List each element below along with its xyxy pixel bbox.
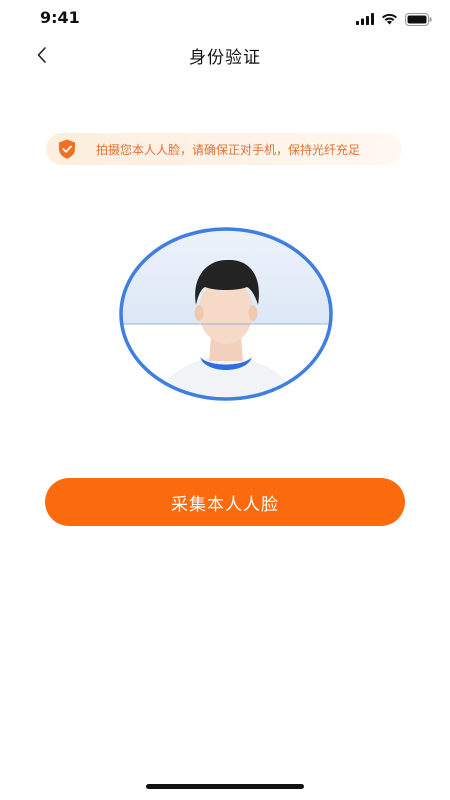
shield-check-icon xyxy=(59,139,75,159)
status-time: 9:41 xyxy=(40,8,80,27)
wifi-icon xyxy=(382,13,397,25)
capture-face-button[interactable]: 采集本人人脸 xyxy=(45,478,405,526)
nav-bar: 身份验证 xyxy=(0,38,450,72)
signal-icon xyxy=(356,13,374,25)
home-indicator[interactable] xyxy=(146,784,304,789)
tip-banner: 拍摄您本人人脸，请确保正对手机，保持光纤充足 xyxy=(46,133,402,165)
capture-face-label: 采集本人人脸 xyxy=(171,494,279,514)
face-capture-frame xyxy=(117,225,335,403)
face-verification-screen: 9:41 身份验证 拍摄您本人人脸，请确保正对手机，保持光纤充足 采集本人人脸 xyxy=(0,0,450,800)
status-bar: 9:41 xyxy=(0,0,450,38)
page-title: 身份验证 xyxy=(189,48,261,68)
battery-icon xyxy=(405,12,432,26)
face-outline-illustration xyxy=(119,227,333,401)
status-icons xyxy=(356,11,432,27)
tip-text: 拍摄您本人人脸，请确保正对手机，保持光纤充足 xyxy=(96,143,361,157)
